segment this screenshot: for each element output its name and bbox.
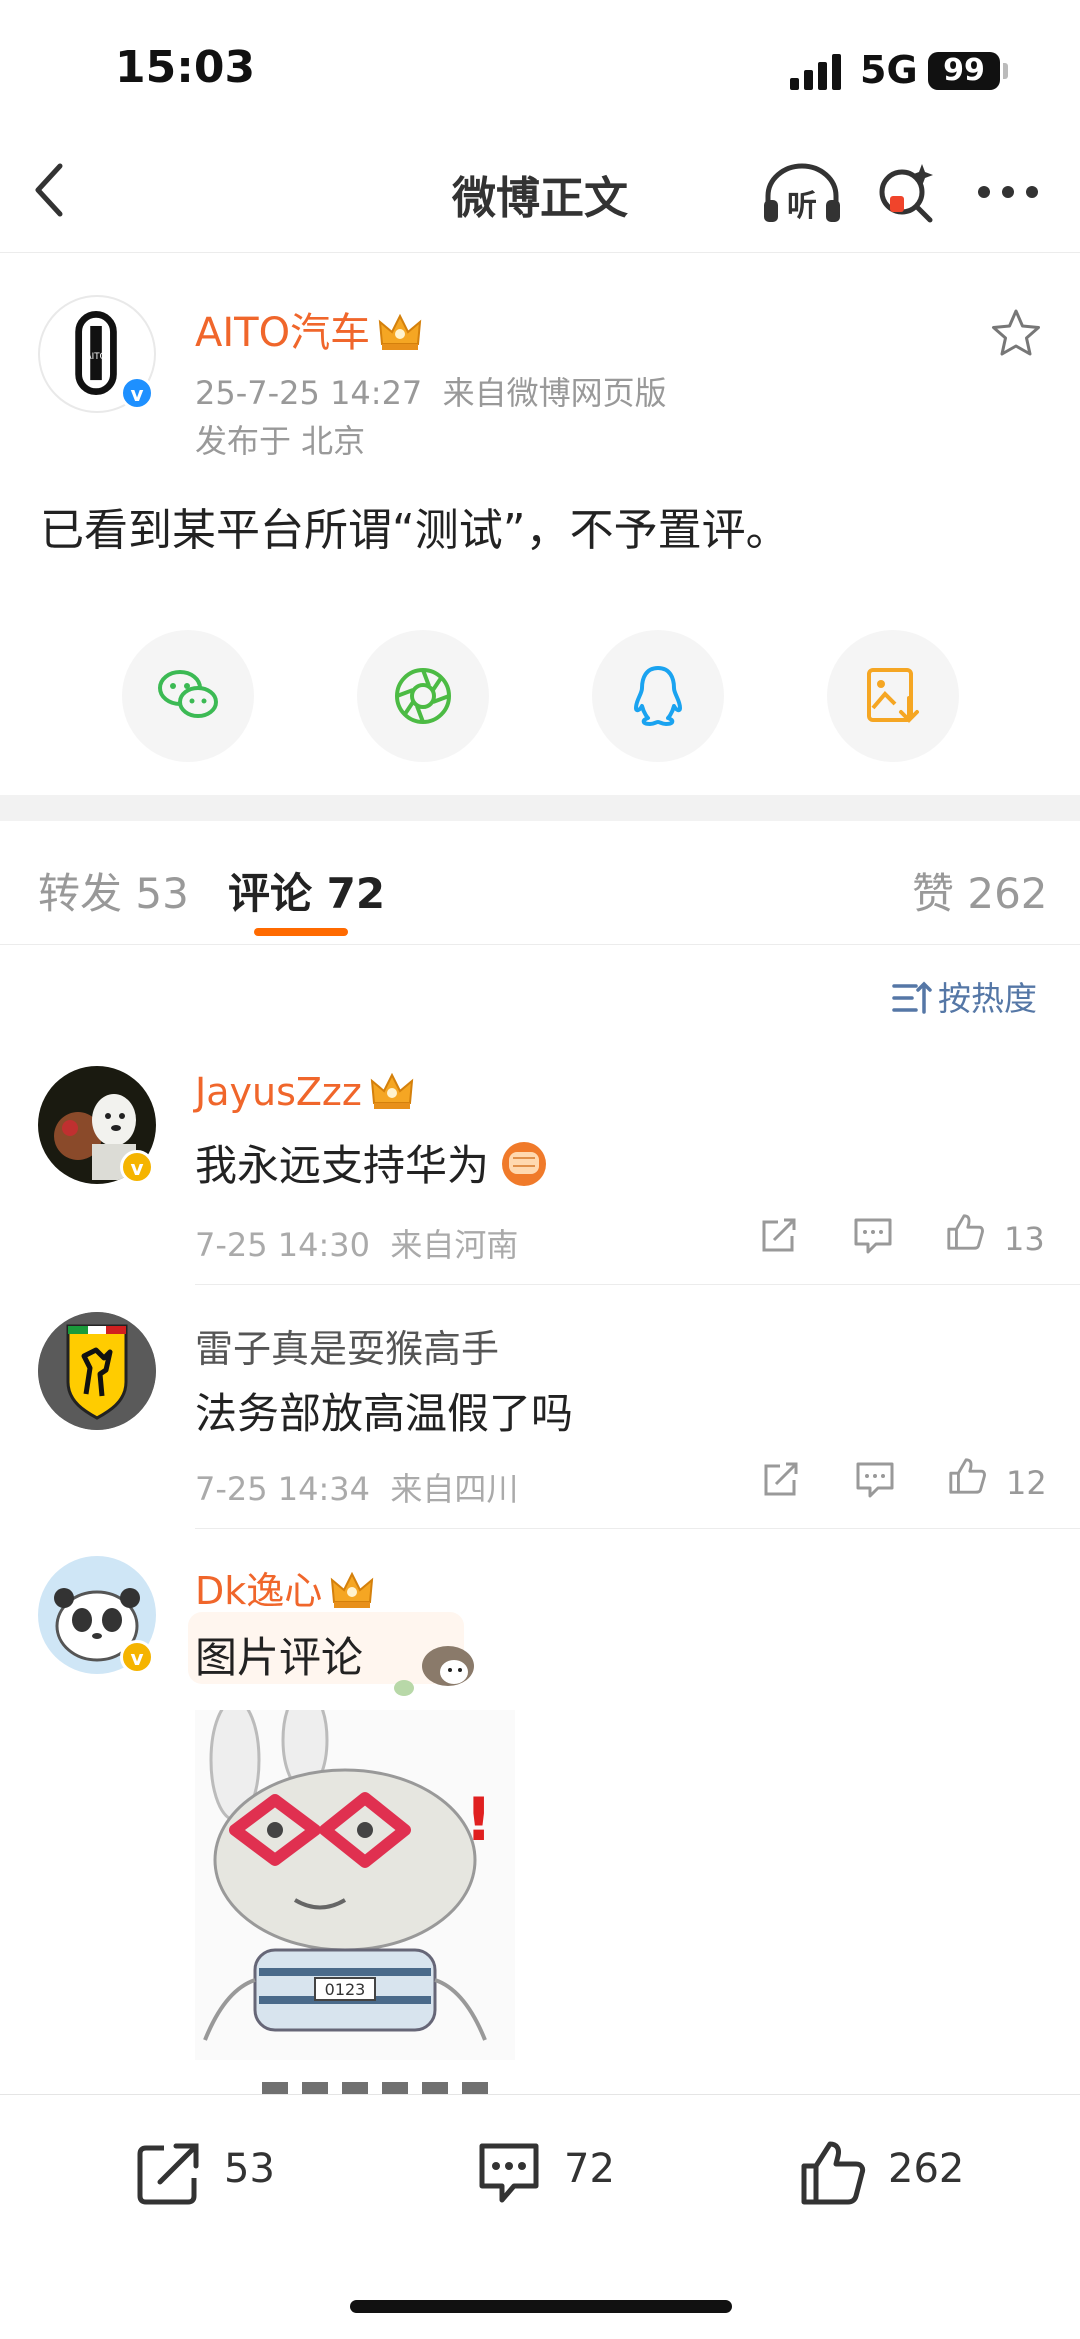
- comment-divider: [195, 1528, 1080, 1529]
- like-icon[interactable]: [798, 2138, 868, 2208]
- battery-icon: 99: [928, 52, 1000, 90]
- comment-author[interactable]: Dk逸心: [195, 1560, 374, 1615]
- like-icon[interactable]: [946, 1456, 988, 1496]
- comment-meta: 7-25 14:34 来自四川: [195, 1470, 519, 1508]
- verified-badge: v: [120, 376, 154, 410]
- post-timestamp: 25-7-25 14:27: [195, 374, 423, 412]
- qq-icon: [634, 666, 682, 726]
- moments-icon: [395, 668, 451, 724]
- repost-icon[interactable]: [758, 1216, 800, 1256]
- comment-author[interactable]: JayusZzz: [195, 1070, 414, 1114]
- ai-search-icon[interactable]: [874, 160, 938, 226]
- like-icon[interactable]: [944, 1212, 986, 1252]
- status-time: 15:03: [115, 42, 256, 93]
- sort-icon: [892, 981, 932, 1014]
- verified-badge: v: [120, 1150, 154, 1184]
- sheep-sticker-icon: [394, 1646, 474, 1696]
- svg-text:!: !: [465, 1785, 492, 1855]
- share-moments-button[interactable]: [357, 630, 489, 762]
- comment-divider: [195, 1284, 1080, 1285]
- comment-avatar[interactable]: [38, 1312, 156, 1430]
- share-qq-button[interactable]: [592, 630, 724, 762]
- comment-text: 法务部放高温假了吗: [195, 1389, 574, 1438]
- listen-headphones-icon[interactable]: 听: [760, 160, 844, 226]
- save-image-icon: [867, 668, 919, 723]
- listen-label: 听: [787, 189, 817, 224]
- save-image-button[interactable]: [827, 630, 959, 762]
- meme-shirt-label: 0123: [325, 1980, 366, 1999]
- favorite-star-icon[interactable]: [990, 308, 1042, 358]
- brand-logo-text: AITO: [86, 352, 107, 362]
- home-indicator[interactable]: [350, 2300, 732, 2313]
- author-name[interactable]: AITO汽车: [195, 300, 422, 358]
- sort-button[interactable]: 按热度: [892, 972, 1037, 1020]
- verified-badge: v: [120, 1640, 154, 1674]
- comment-author[interactable]: 雷子真是耍猴高手: [195, 1318, 499, 1373]
- repost-count[interactable]: 53: [224, 2146, 275, 2192]
- comment-meta: 7-25 14:30 来自河南: [195, 1226, 519, 1264]
- crown-badge-icon: [378, 314, 422, 350]
- comment-text: 我永远支持华为: [195, 1132, 553, 1193]
- tab-repost[interactable]: 转发 53: [38, 860, 189, 921]
- crown-badge-icon: [331, 1572, 374, 1608]
- wechat-icon: [158, 670, 218, 718]
- comment-image[interactable]: ! 0123: [195, 1710, 515, 2060]
- post-source: 来自微博网页版: [442, 374, 667, 412]
- tab-likes[interactable]: 赞 262: [912, 860, 1048, 921]
- fist-emoji-icon: [502, 1142, 547, 1186]
- post-location: 发布于 北京: [195, 422, 366, 460]
- crown-badge-icon: [370, 1073, 414, 1109]
- like-count: 13: [1004, 1220, 1045, 1258]
- tabs-divider: [0, 944, 1080, 945]
- post-meta: 25-7-25 14:27 来自微博网页版: [195, 368, 667, 414]
- like-count[interactable]: 262: [888, 2146, 964, 2192]
- section-gap: [0, 795, 1080, 821]
- battery-tip: [1003, 63, 1008, 79]
- like-count: 12: [1006, 1464, 1047, 1502]
- comment-text: 图片评论: [195, 1633, 364, 1682]
- repost-icon[interactable]: [760, 1460, 802, 1500]
- comment-count[interactable]: 72: [564, 2146, 615, 2192]
- more-icon[interactable]: [976, 182, 1040, 202]
- share-wechat-button[interactable]: [122, 630, 254, 762]
- repost-icon[interactable]: [134, 2138, 204, 2208]
- signal-icon: [790, 54, 841, 90]
- tab-comments[interactable]: 评论 72: [228, 860, 385, 921]
- comment-icon[interactable]: [474, 2138, 544, 2208]
- reply-icon[interactable]: [854, 1460, 896, 1500]
- reply-icon[interactable]: [852, 1216, 894, 1256]
- active-tab-indicator: [254, 928, 348, 936]
- header-divider: [0, 252, 1080, 253]
- post-text: 已看到某平台所谓“测试”，不予置评。: [40, 505, 790, 556]
- network-type: 5G: [860, 48, 918, 92]
